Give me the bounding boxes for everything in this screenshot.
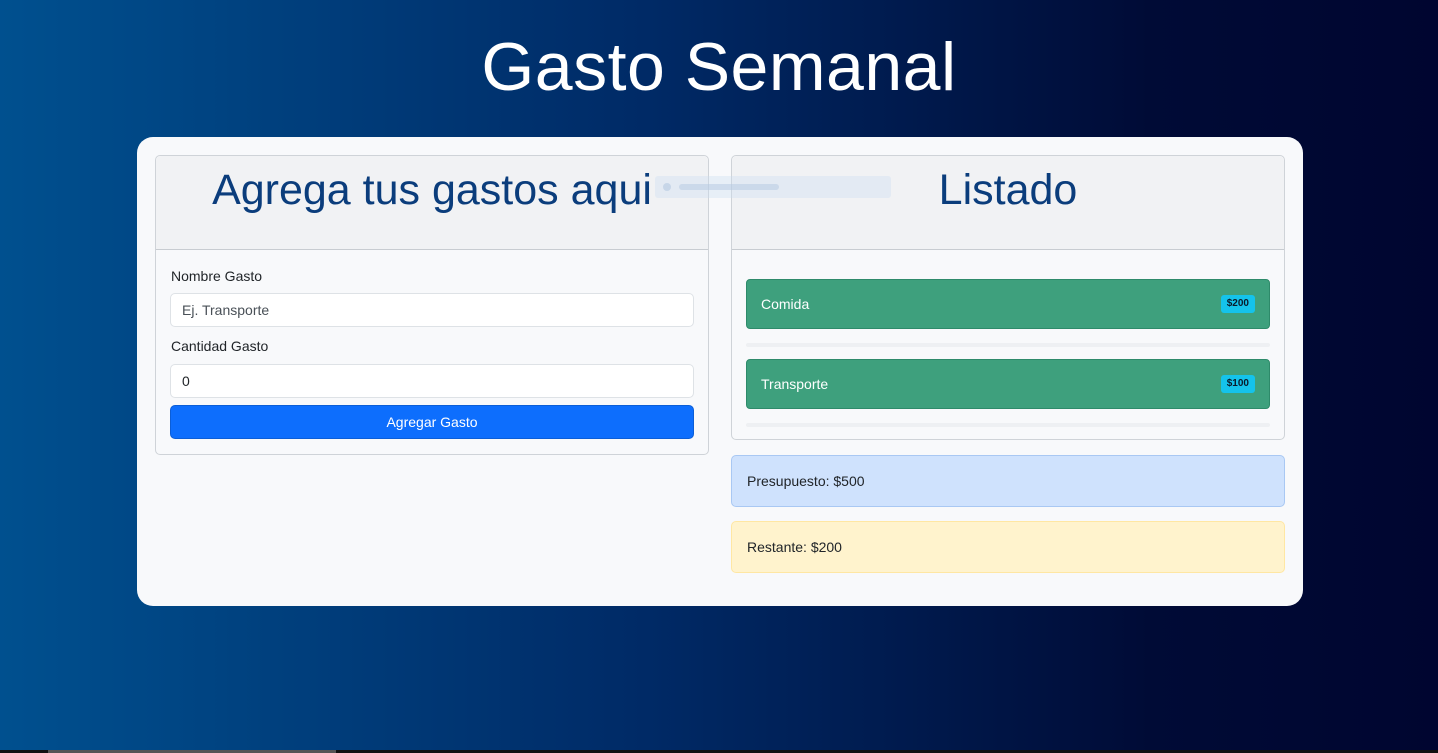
expense-list-card-header: Listado [732,156,1284,250]
add-expense-button[interactable]: Agregar Gasto [170,405,694,439]
expense-item-name: Comida [761,296,810,312]
list-separator [746,343,1270,347]
add-expense-heading: Agrega tus gastos aqui [212,166,652,214]
expense-item-amount-badge: $100 [1220,375,1255,393]
drag-ghost-overlay [655,176,891,198]
expense-item-amount-badge: $200 [1220,295,1255,313]
page-title: Gasto Semanal [481,29,957,105]
expense-name-label: Nombre Gasto [171,268,263,284]
budget-alert: Presupuesto: $500 [731,455,1285,507]
ghost-dot-icon [663,183,671,191]
expense-amount-input[interactable] [170,364,694,398]
add-expense-card-header: Agrega tus gastos aqui [156,156,708,250]
expense-amount-label: Cantidad Gasto [171,338,269,354]
expense-name-input[interactable] [170,293,694,327]
expense-item-name: Transporte [761,376,829,392]
ghost-bar [679,184,779,190]
list-item: Comida $200 [746,279,1270,329]
list-separator [746,423,1270,427]
list-item: Transporte $100 [746,359,1270,409]
main-container: Agrega tus gastos aqui Nombre Gasto Cant… [137,137,1303,606]
add-expense-card: Agrega tus gastos aqui Nombre Gasto Cant… [155,155,709,455]
remaining-alert: Restante: $200 [731,521,1285,573]
